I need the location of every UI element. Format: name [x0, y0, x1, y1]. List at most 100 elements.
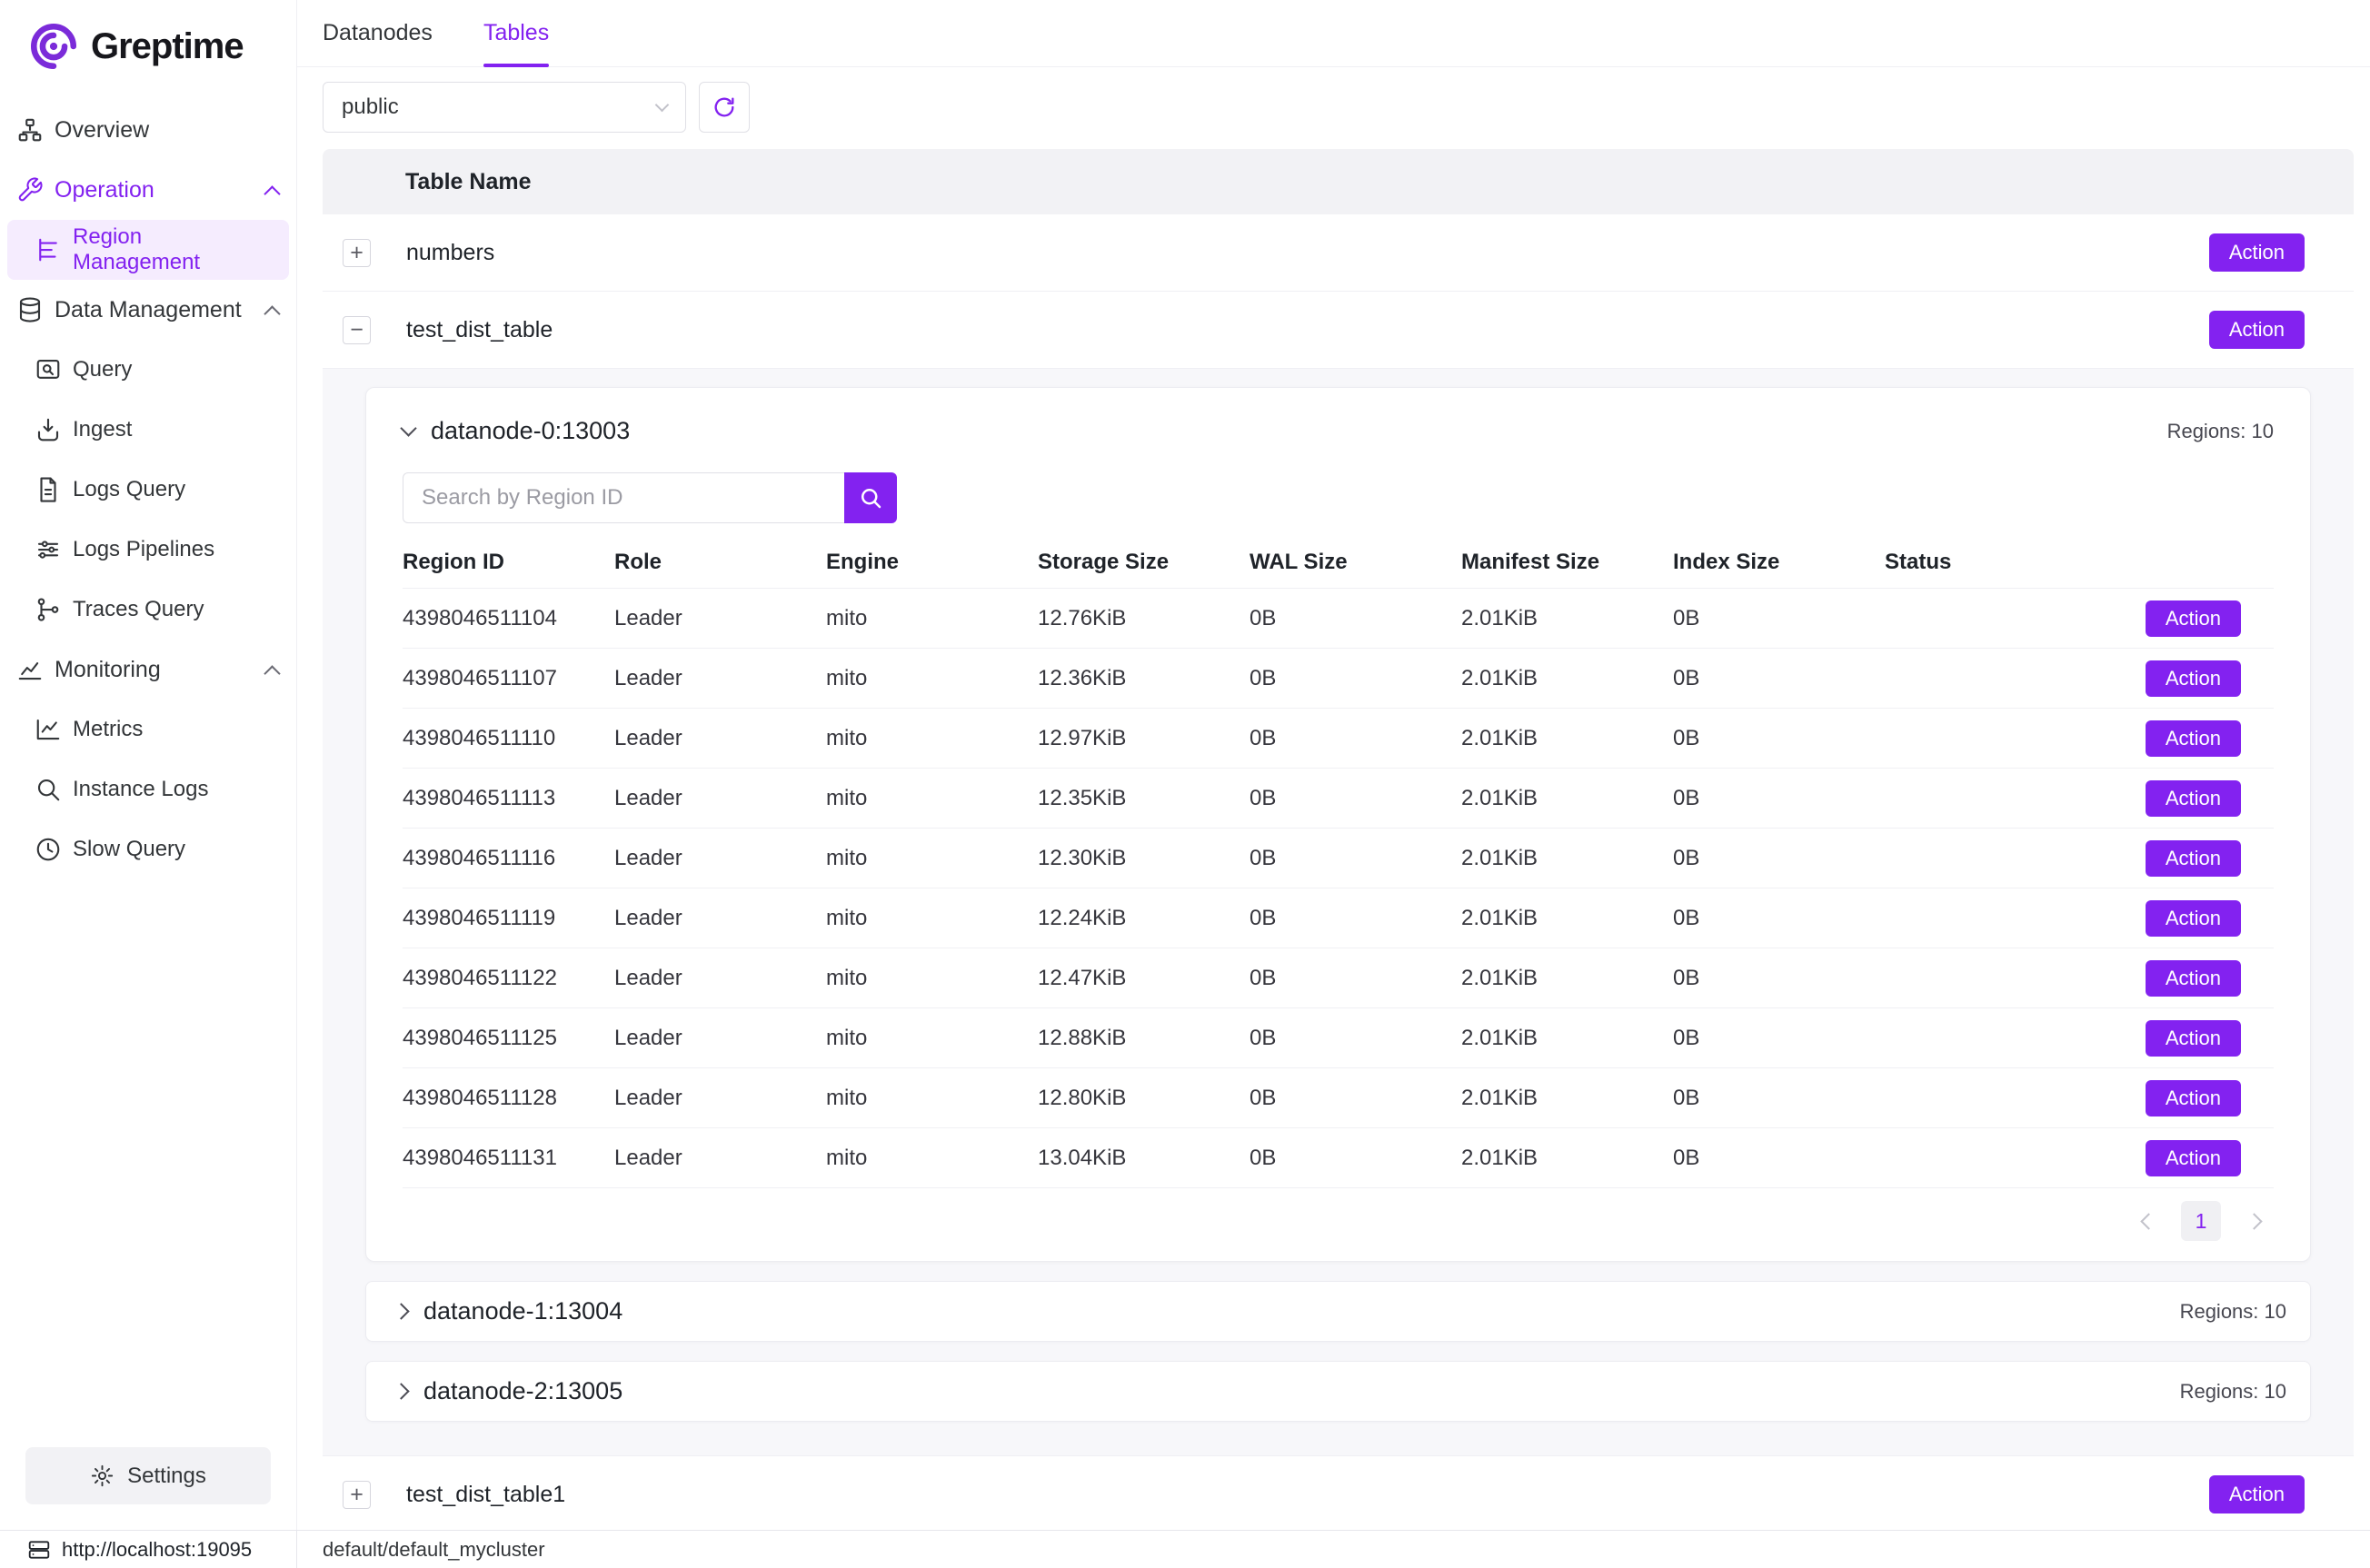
cell-action: Action [2165, 1020, 2274, 1057]
cell-index-size: 0B [1673, 786, 1885, 811]
cell-storage-size: 13.04KiB [1038, 1146, 1250, 1171]
region-column-header: Region ID [403, 550, 614, 575]
table-row-numbers[interactable]: + numbers Action [323, 214, 2354, 292]
region-action-button[interactable]: Action [2146, 600, 2241, 637]
cell-storage-size: 12.35KiB [1038, 786, 1250, 811]
traces-query-icon [35, 596, 62, 623]
sidebar-item-ingest[interactable]: Ingest [0, 400, 296, 460]
cell-wal-size: 0B [1250, 1086, 1461, 1111]
monitoring-icon [16, 656, 44, 683]
cell-engine: mito [826, 966, 1038, 991]
cell-index-size: 0B [1673, 726, 1885, 751]
cell-role: Leader [614, 1026, 826, 1051]
tab-tables[interactable]: Tables [483, 0, 549, 66]
region-action-button[interactable]: Action [2146, 900, 2241, 937]
cell-storage-size: 12.36KiB [1038, 666, 1250, 691]
region-search-input[interactable] [403, 472, 844, 523]
cell-action: Action [2165, 960, 2274, 997]
cell-index-size: 0B [1673, 966, 1885, 991]
region-management-icon [35, 236, 62, 263]
table-row-test-dist-table[interactable]: − test_dist_table Action [323, 292, 2354, 369]
cell-wal-size: 0B [1250, 1026, 1461, 1051]
cell-manifest-size: 2.01KiB [1461, 846, 1673, 871]
cell-engine: mito [826, 786, 1038, 811]
database-select-value: public [342, 94, 399, 120]
region-action-button[interactable]: Action [2146, 720, 2241, 757]
table-action-button[interactable]: Action [2209, 311, 2305, 349]
pagination-prev-button[interactable] [2128, 1201, 2168, 1241]
tab-datanodes[interactable]: Datanodes [323, 0, 433, 66]
sidebar-item-data-management[interactable]: Data Management [0, 280, 296, 340]
cell-wal-size: 0B [1250, 666, 1461, 691]
sidebar-item-overview[interactable]: Overview [0, 100, 296, 160]
region-column-header: Index Size [1673, 550, 1885, 575]
region-row: 4398046511128 Leader mito 12.80KiB 0B 2.… [403, 1068, 2274, 1128]
cell-region-id: 4398046511131 [403, 1146, 614, 1171]
region-action-button[interactable]: Action [2146, 1020, 2241, 1057]
cell-region-id: 4398046511128 [403, 1086, 614, 1111]
sidebar-item-label: Logs Query [73, 477, 185, 502]
datanode-0-panel: datanode-0:13003 Regions: 10 [365, 387, 2311, 1262]
sidebar-item-traces-query[interactable]: Traces Query [0, 580, 296, 640]
sidebar-item-query[interactable]: Query [0, 340, 296, 400]
region-action-button[interactable]: Action [2146, 1140, 2241, 1176]
cell-storage-size: 12.47KiB [1038, 966, 1250, 991]
logo[interactable]: Greptime [0, 0, 296, 73]
region-action-button[interactable]: Action [2146, 960, 2241, 997]
region-action-button[interactable]: Action [2146, 840, 2241, 877]
expand-plus-icon[interactable]: + [343, 239, 371, 267]
database-icon [16, 296, 44, 323]
sidebar-item-slow-query[interactable]: Slow Query [0, 819, 296, 879]
endpoint-url: http://localhost:19095 [62, 1538, 252, 1562]
region-action-button[interactable]: Action [2146, 780, 2241, 817]
collapse-minus-icon[interactable]: − [343, 316, 371, 344]
table-row-expansion: datanode-0:13003 Regions: 10 [323, 369, 2354, 1456]
chevron-right-icon [393, 1383, 409, 1399]
region-row: 4398046511131 Leader mito 13.04KiB 0B 2.… [403, 1128, 2274, 1188]
database-select[interactable]: public [323, 82, 686, 133]
settings-button[interactable]: Settings [25, 1447, 271, 1504]
endpoint-section[interactable]: http://localhost:19095 [0, 1531, 297, 1568]
pagination-page-button[interactable]: 1 [2181, 1201, 2221, 1241]
chevron-right-icon [2246, 1213, 2262, 1229]
datanode-collapsed-header[interactable]: datanode-2:13005 Regions: 10 [365, 1361, 2311, 1422]
pagination-next-button[interactable] [2234, 1201, 2274, 1241]
chevron-down-icon [655, 97, 670, 112]
table-action-button[interactable]: Action [2209, 233, 2305, 272]
region-row: 4398046511125 Leader mito 12.88KiB 0B 2.… [403, 1008, 2274, 1068]
sidebar-item-monitoring[interactable]: Monitoring [0, 640, 296, 700]
region-action-button[interactable]: Action [2146, 1080, 2241, 1116]
refresh-button[interactable] [699, 82, 750, 133]
expand-plus-icon[interactable]: + [343, 1481, 371, 1509]
cell-action: Action [2165, 660, 2274, 697]
app: Greptime Overview Operation Region Manag… [0, 0, 2370, 1568]
datanode-collapsed-header[interactable]: datanode-1:13004 Regions: 10 [365, 1281, 2311, 1342]
sidebar-item-region-management[interactable]: Region Management [7, 220, 289, 280]
sidebar-item-logs-query[interactable]: Logs Query [0, 460, 296, 520]
logs-query-icon [35, 476, 62, 503]
sidebar-item-metrics[interactable]: Metrics [0, 700, 296, 759]
table-action-button[interactable]: Action [2209, 1475, 2305, 1513]
toolbar: public [323, 82, 2354, 133]
cell-engine: mito [826, 606, 1038, 631]
sidebar-item-logs-pipelines[interactable]: Logs Pipelines [0, 520, 296, 580]
cell-role: Leader [614, 846, 826, 871]
sidebar-item-label: Instance Logs [73, 777, 208, 802]
sidebar-item-operation[interactable]: Operation [0, 160, 296, 220]
cell-index-size: 0B [1673, 606, 1885, 631]
sidebar-item-instance-logs[interactable]: Instance Logs [0, 759, 296, 819]
tables-table: Table Name + numbers Action − test_dist_… [323, 149, 2354, 1530]
cell-storage-size: 12.80KiB [1038, 1086, 1250, 1111]
cell-region-id: 4398046511113 [403, 786, 614, 811]
sidebar-item-label: Operation [55, 177, 154, 203]
region-column-header: Engine [826, 550, 1038, 575]
region-search-button[interactable] [844, 472, 897, 523]
datanode-0-header[interactable]: datanode-0:13003 Regions: 10 [403, 410, 2274, 454]
table-row-test-dist-table1[interactable]: + test_dist_table1 Action [323, 1456, 2354, 1530]
region-action-button[interactable]: Action [2146, 660, 2241, 697]
sidebar-item-label: Metrics [73, 717, 143, 742]
server-icon [27, 1538, 51, 1562]
region-column-header: Role [614, 550, 826, 575]
datanode-title: datanode-2:13005 [423, 1377, 622, 1405]
chevron-left-icon [2140, 1213, 2156, 1229]
